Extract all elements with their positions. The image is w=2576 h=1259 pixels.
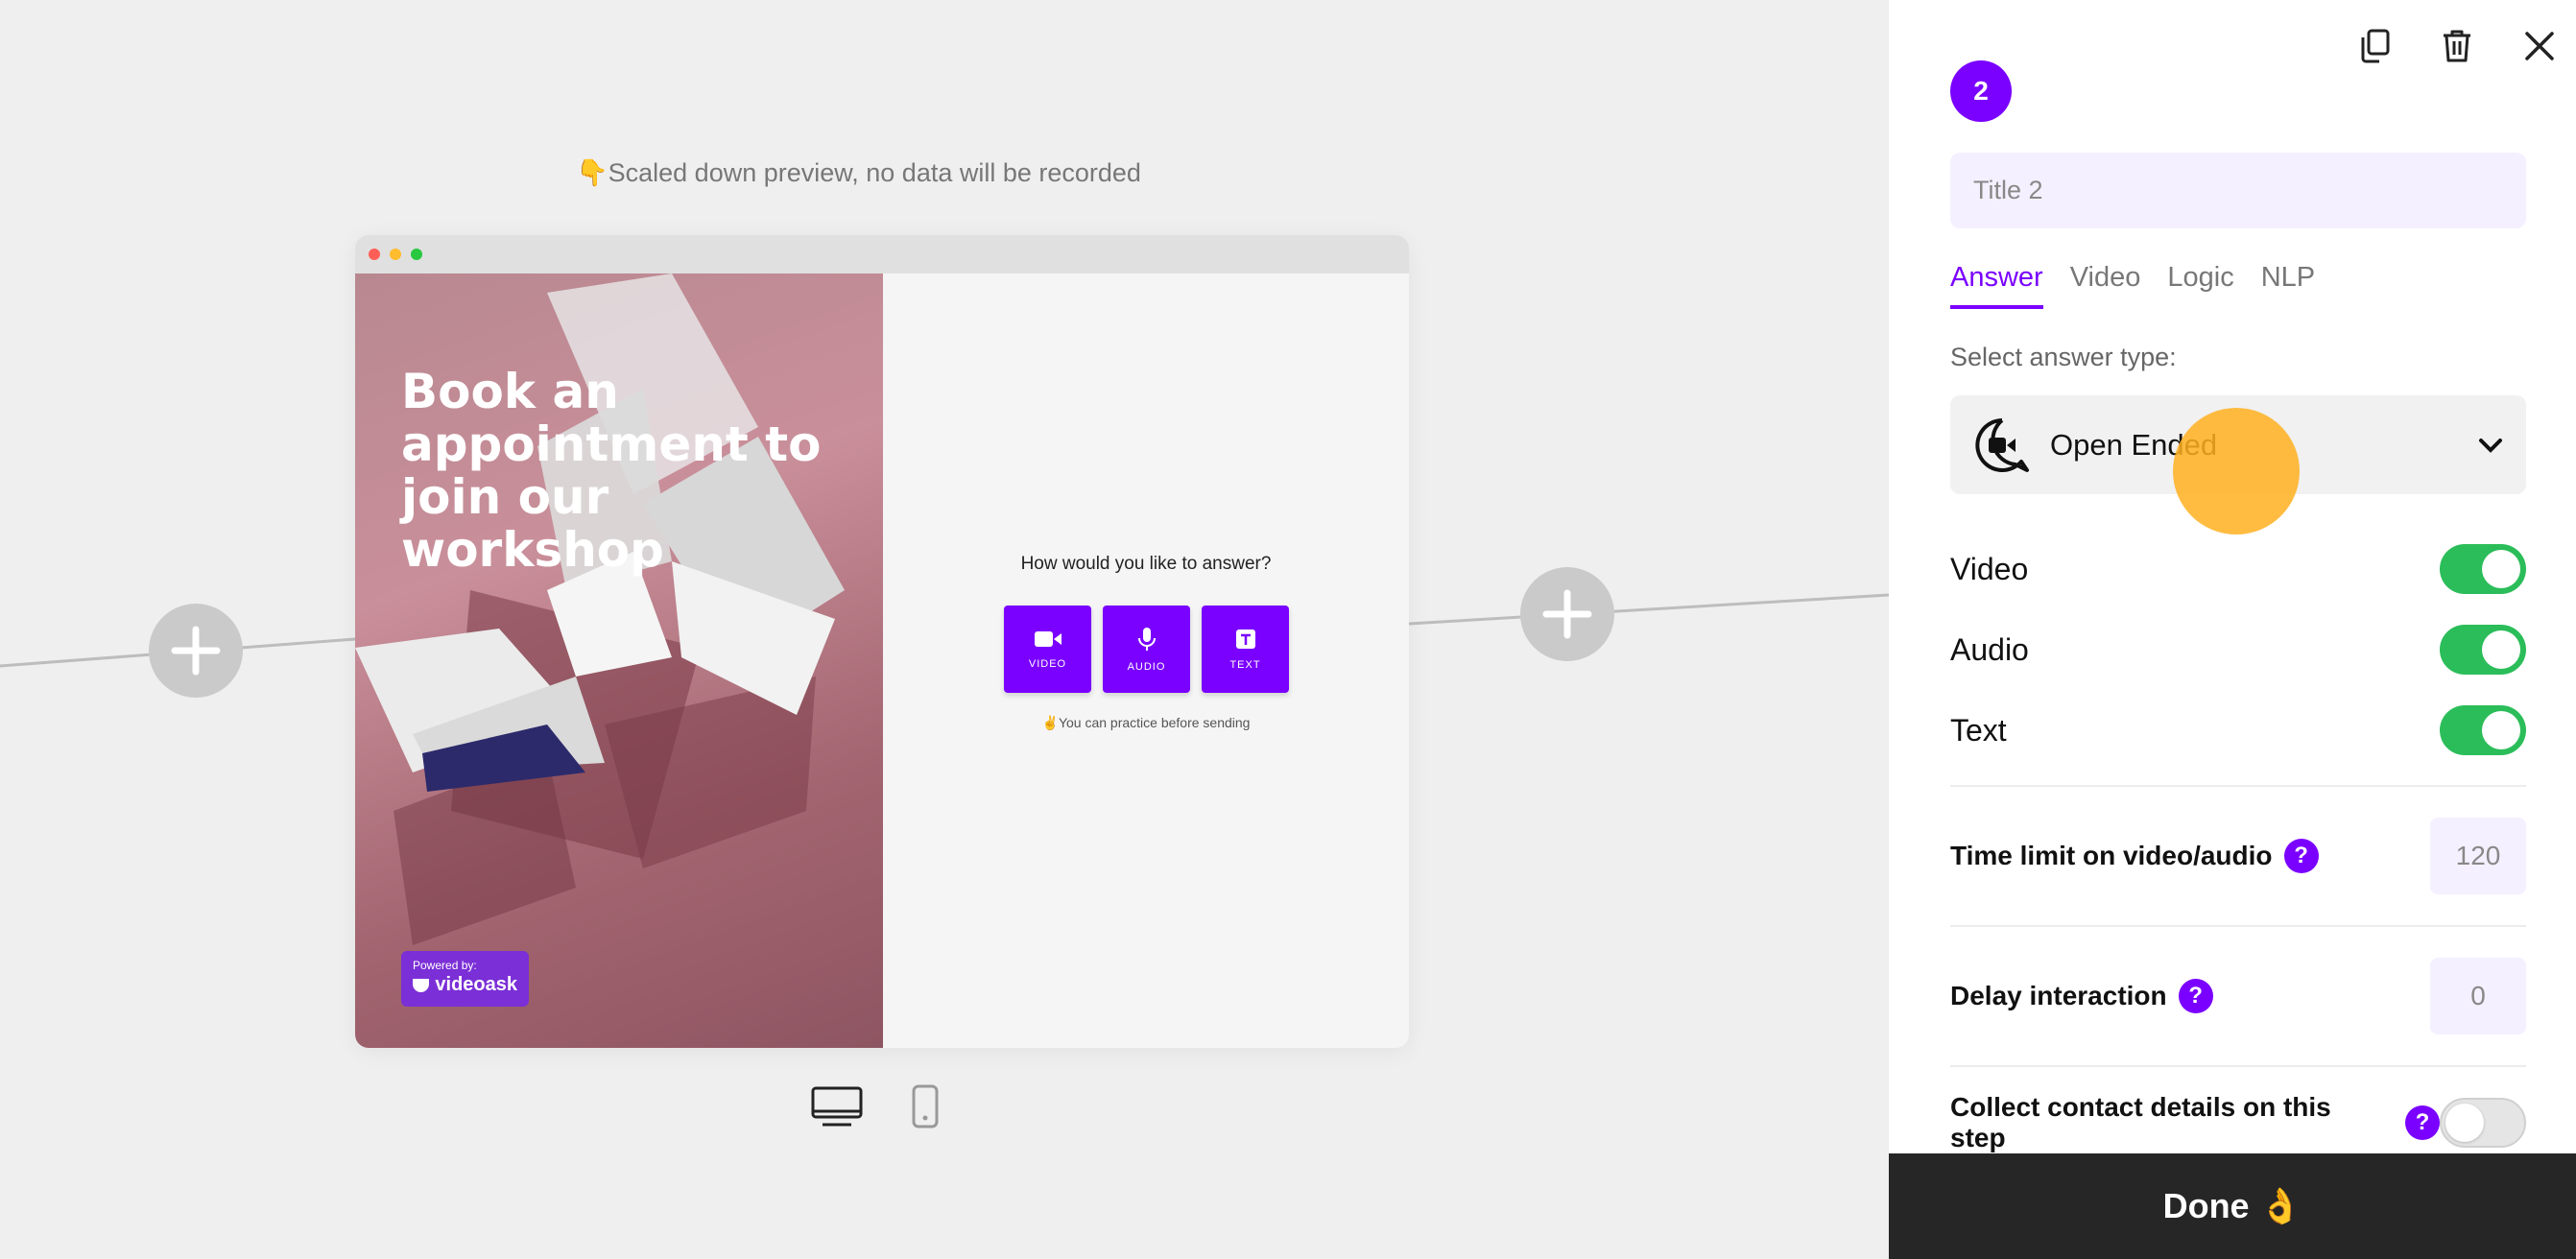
help-icon[interactable]: ? — [2405, 1105, 2441, 1140]
panel-tabs: Answer Video Logic NLP — [1950, 262, 2315, 309]
time-limit-label: Time limit on video/audio — [1950, 841, 2273, 870]
microphone-icon — [1137, 627, 1156, 651]
trash-icon[interactable] — [2438, 27, 2476, 65]
help-icon[interactable]: ? — [2283, 839, 2319, 873]
text-toggle[interactable] — [2440, 705, 2526, 755]
video-toggle[interactable] — [2440, 544, 2526, 594]
duplicate-icon[interactable] — [2355, 27, 2394, 65]
collect-contact-toggle[interactable] — [2440, 1098, 2526, 1148]
divider — [1950, 925, 2526, 927]
answer-type-value: Open Ended — [2050, 427, 2218, 462]
answer-question: How would you like to answer? — [1020, 554, 1272, 574]
divider — [1950, 1065, 2526, 1067]
desktop-monitor-icon[interactable] — [811, 1086, 863, 1127]
toggle-text-label: Text — [1950, 712, 2007, 748]
answer-type-label: Select answer type: — [1950, 343, 2177, 371]
help-icon[interactable]: ? — [2178, 979, 2213, 1013]
add-step-button-left[interactable] — [149, 604, 243, 698]
video-camera-icon — [1034, 630, 1061, 647]
preview-headline: Book an appointment to join our workshop — [401, 364, 822, 578]
answer-text-button[interactable]: TEXT — [1202, 606, 1289, 693]
step-number-badge: 2 — [1950, 60, 2012, 122]
toggle-video-label: Video — [1950, 551, 2029, 586]
open-ended-icon — [1975, 417, 2029, 472]
practice-note: ✌️You can practice before sending — [1041, 715, 1251, 730]
tab-logic[interactable]: Logic — [2167, 262, 2233, 309]
chevron-down-icon — [2479, 438, 2502, 453]
videoask-logo-icon — [413, 978, 430, 992]
preview-answer-pane: How would you like to answer? VIDEO AUDI… — [883, 273, 1409, 1048]
step-title-input[interactable] — [1950, 153, 2526, 228]
preview-window: Book an appointment to join our workshop… — [355, 235, 1409, 1048]
time-limit-row: Time limit on video/audio ? — [1950, 818, 2526, 894]
tab-answer[interactable]: Answer — [1950, 262, 2043, 309]
powered-by-badge[interactable]: Powered by: videoask — [401, 951, 529, 1007]
divider — [1950, 785, 2526, 787]
collect-contact-row: Collect contact details on this step ? — [1950, 1084, 2526, 1161]
answer-video-label: VIDEO — [1028, 657, 1067, 670]
brand-name: videoask — [435, 974, 517, 995]
mobile-phone-icon[interactable] — [911, 1084, 940, 1128]
audio-toggle[interactable] — [2440, 625, 2526, 675]
preview-note: 👇Scaled down preview, no data will be re… — [576, 158, 1141, 187]
maximize-dot-icon — [411, 249, 422, 260]
close-dot-icon — [369, 249, 380, 260]
device-switch — [811, 1084, 940, 1128]
step-settings-panel: 2 Answer Video Logic NLP Select answer t… — [1889, 0, 2576, 1259]
tab-nlp[interactable]: NLP — [2261, 262, 2315, 309]
toggle-row-text: Text — [1950, 704, 2526, 756]
delay-interaction-label: Delay interaction — [1950, 981, 2167, 1010]
answer-audio-label: AUDIO — [1127, 660, 1166, 673]
toggle-row-audio: Audio — [1950, 624, 2526, 676]
time-limit-input[interactable] — [2430, 818, 2526, 894]
plus-icon — [1542, 589, 1592, 639]
done-button[interactable]: Done 👌 — [1889, 1153, 2576, 1259]
browser-titlebar — [355, 235, 1409, 273]
delay-interaction-row: Delay interaction ? — [1950, 958, 2526, 1034]
flow-canvas[interactable]: 👇Scaled down preview, no data will be re… — [0, 0, 1889, 1259]
answer-text-label: TEXT — [1229, 658, 1261, 671]
answer-type-select[interactable]: Open Ended — [1950, 395, 2526, 494]
delay-interaction-input[interactable] — [2430, 958, 2526, 1034]
close-icon[interactable] — [2520, 27, 2559, 65]
answer-audio-button[interactable]: AUDIO — [1103, 606, 1190, 693]
toggle-row-video: Video — [1950, 543, 2526, 595]
toggle-audio-label: Audio — [1950, 631, 2029, 667]
preview-video-pane: Book an appointment to join our workshop… — [355, 273, 883, 1048]
tab-video[interactable]: Video — [2070, 262, 2141, 309]
collect-contact-label: Collect contact details on this step — [1950, 1092, 2331, 1152]
powered-by-label: Powered by: — [413, 959, 477, 972]
answer-video-button[interactable]: VIDEO — [1004, 606, 1091, 693]
minimize-dot-icon — [390, 249, 401, 260]
text-t-icon — [1235, 629, 1255, 649]
plus-icon — [171, 626, 221, 676]
add-step-button-right[interactable] — [1520, 567, 1614, 661]
